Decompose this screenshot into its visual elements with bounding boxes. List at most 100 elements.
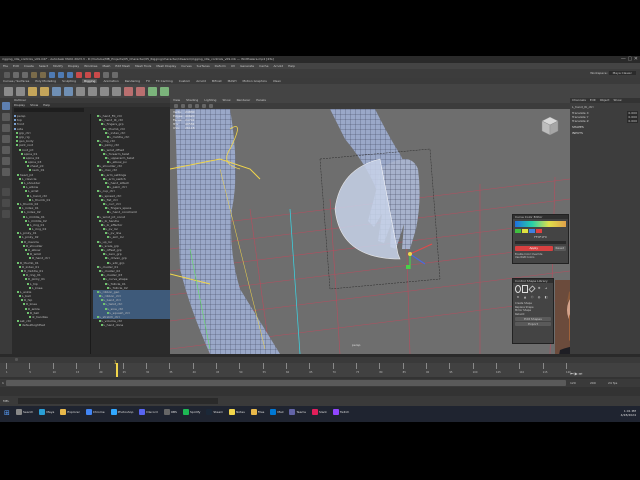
taskbar-app[interactable]: Discord: [139, 409, 158, 415]
menu-item[interactable]: Arnold: [273, 64, 283, 68]
textured-icon[interactable]: [201, 104, 206, 108]
xray-icon[interactable]: [208, 104, 213, 108]
shelf-constraint-parent-icon[interactable]: [75, 87, 85, 96]
tree-item[interactable]: defaultLightSet: [14, 323, 90, 327]
taskbar-app[interactable]: Mail: [270, 409, 283, 415]
menu-item[interactable]: Modify: [53, 64, 63, 68]
yellow-swatch[interactable]: [522, 229, 528, 233]
shelf-tab[interactable]: XGen: [273, 79, 281, 83]
menu-item[interactable]: Generate: [240, 64, 254, 68]
shelf-tab[interactable]: Rigging: [82, 79, 98, 83]
channel-tab[interactable]: Object: [600, 98, 610, 102]
menu-item[interactable]: File: [3, 64, 8, 68]
rotate-tool-icon[interactable]: [2, 146, 10, 154]
export-shapes-button[interactable]: Export: [515, 322, 551, 326]
range-end[interactable]: 120: [570, 381, 576, 385]
shelf-ik-handle-icon[interactable]: [15, 87, 25, 96]
shelf-circle-icon[interactable]: [159, 87, 169, 96]
viewport-menu[interactable]: Lighting: [204, 98, 216, 102]
outliner-menu[interactable]: Show: [30, 103, 38, 107]
fps-field[interactable]: 24 fps: [608, 381, 617, 385]
shelf-tab[interactable]: Custom: [179, 79, 191, 83]
red-swatch[interactable]: [536, 229, 542, 233]
hexagon-shape-icon[interactable]: ⬡: [529, 294, 535, 300]
taskbar-app[interactable]: OBS: [163, 409, 177, 415]
star-shape-icon[interactable]: ★: [515, 294, 521, 300]
four-view-icon[interactable]: [2, 199, 10, 207]
menu-item[interactable]: Windows: [84, 64, 97, 68]
shelf-tab[interactable]: Curves / Surfaces: [3, 79, 29, 83]
taskbar-app[interactable]: Search: [16, 409, 33, 415]
timeline-track[interactable]: 1 5 10 15 20 25 30 35 40 45 50 55 60 65 70 75 80 85 90 95 10…: [0, 360, 640, 377]
outliner-layout-icon[interactable]: [2, 210, 10, 218]
menu-item[interactable]: Curves: [181, 64, 191, 68]
menu-item[interactable]: Help: [288, 64, 295, 68]
taskbar-app[interactable]: Slack: [311, 409, 327, 415]
scale-tool-icon[interactable]: [2, 157, 10, 165]
apply-color-button[interactable]: Apply: [515, 246, 553, 251]
taskbar-app[interactable]: Files: [250, 409, 264, 415]
taskbar-app[interactable]: Photoshop: [110, 409, 133, 415]
shelf-bind-skin-icon[interactable]: [27, 87, 37, 96]
shelf-blendshape-icon[interactable]: [123, 87, 133, 96]
outliner-menu[interactable]: Display: [14, 103, 25, 107]
menu-item[interactable]: Display: [68, 64, 79, 68]
menu-item[interactable]: Edit Mesh: [115, 64, 130, 68]
shelf-constraint-orient-icon[interactable]: [99, 87, 109, 96]
channel-tab[interactable]: Show: [613, 98, 621, 102]
shelf-curve-icon[interactable]: [147, 87, 157, 96]
play-icon[interactable]: ▶: [575, 371, 578, 376]
shelf-constraint-point-icon[interactable]: [87, 87, 97, 96]
menu-item[interactable]: Mesh: [103, 64, 111, 68]
menu-item[interactable]: UV: [231, 64, 235, 68]
menu-item[interactable]: Deform: [215, 64, 226, 68]
shelf-tab[interactable]: Motion Graphics: [242, 79, 266, 83]
arrow-shape-icon[interactable]: ➜: [543, 285, 549, 291]
shelf-cluster-icon[interactable]: [51, 87, 61, 96]
shelf-tab[interactable]: Rendering: [125, 79, 140, 83]
current-time-marker[interactable]: [116, 363, 118, 377]
taskbar-app[interactable]: Steam: [206, 409, 223, 415]
shelf-wrap-icon[interactable]: [135, 87, 145, 96]
shelf-tab[interactable]: FX Caching: [156, 79, 173, 83]
color-gradient-swatch[interactable]: [515, 221, 566, 227]
last-tool-icon[interactable]: [2, 168, 10, 176]
taskbar-app[interactable]: Chrome: [85, 409, 105, 415]
menu-item[interactable]: Mesh Display: [156, 64, 176, 68]
color-slider[interactable]: [515, 241, 566, 244]
viewport-scene[interactable]: [170, 109, 570, 354]
shelf-tab[interactable]: FX: [146, 79, 150, 83]
taskbar-app[interactable]: Notes: [229, 409, 245, 415]
play-forward-icon[interactable]: ⏭: [579, 371, 583, 376]
viewport-menu[interactable]: Shading: [186, 98, 198, 102]
shelf-tab[interactable]: MASH: [228, 79, 237, 83]
menu-item[interactable]: Surfaces: [197, 64, 210, 68]
menu-item[interactable]: Mesh Tools: [135, 64, 151, 68]
shelf-joint-icon[interactable]: [4, 87, 13, 96]
shelf-tab[interactable]: Bifrost: [212, 79, 222, 83]
play-back-icon[interactable]: ⏮: [570, 371, 574, 376]
tree-item[interactable]: L_hand_done: [93, 323, 171, 327]
channel-tab[interactable]: Channels: [572, 98, 586, 102]
select-tool-icon[interactable]: [2, 102, 10, 110]
cross-shape-icon[interactable]: ✚: [536, 285, 542, 291]
lasso-tool-icon[interactable]: [2, 113, 10, 121]
taskbar-app[interactable]: Teams: [289, 409, 306, 415]
outliner-menu[interactable]: Help: [43, 103, 50, 107]
shelf-tab[interactable]: Animation: [103, 79, 118, 83]
shelf-tab[interactable]: Arnold: [196, 79, 206, 83]
taskbar-app[interactable]: Maya: [39, 409, 54, 415]
wireframe-icon[interactable]: [187, 104, 192, 108]
view-cube[interactable]: [541, 116, 559, 136]
camera-attributes-icon[interactable]: [174, 104, 178, 108]
grid-toggle-icon[interactable]: [180, 104, 185, 108]
window-controls-icon[interactable]: — ▢ ✕: [619, 56, 638, 63]
paint-select-icon[interactable]: [2, 124, 10, 132]
viewport-menu[interactable]: Renderer: [237, 98, 251, 102]
shelf-lattice-icon[interactable]: [63, 87, 73, 96]
viewport-menu[interactable]: Panels: [256, 98, 266, 102]
shelf-paint-weights-icon[interactable]: [39, 87, 49, 96]
taskbar-app[interactable]: Spotify: [182, 409, 200, 415]
shelf-tab[interactable]: Sculpting: [62, 79, 76, 83]
menu-item[interactable]: Select: [39, 64, 48, 68]
